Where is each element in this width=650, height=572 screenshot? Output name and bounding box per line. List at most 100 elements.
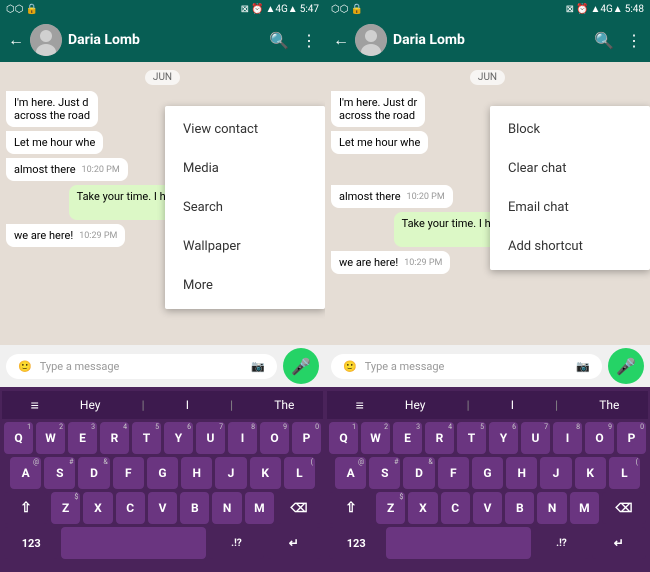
key-i-left[interactable]: 8I xyxy=(228,422,257,454)
key-n-right[interactable]: N xyxy=(537,492,566,524)
key-f-right[interactable]: F xyxy=(438,457,469,489)
key-z-left[interactable]: $Z xyxy=(51,492,80,524)
suggest-the-right[interactable]: The xyxy=(599,398,619,412)
suggest-hey-left[interactable]: Hey xyxy=(80,398,101,412)
key-i-right[interactable]: 8I xyxy=(553,422,582,454)
menu-search[interactable]: Search xyxy=(165,188,325,227)
status-left-icons-right: ⬡⬡ 🔒 xyxy=(331,4,363,15)
contact-name-left[interactable]: Daria Lomb xyxy=(68,32,263,48)
key-m-right[interactable]: M xyxy=(570,492,599,524)
key-k-left[interactable]: K xyxy=(250,457,281,489)
key-enter-right[interactable]: ↵ xyxy=(592,527,646,559)
key-enter-left[interactable]: ↵ xyxy=(267,527,321,559)
key-h-right[interactable]: H xyxy=(506,457,537,489)
key-k-right[interactable]: K xyxy=(575,457,606,489)
menu-wallpaper[interactable]: Wallpaper xyxy=(165,227,325,266)
key-x-left[interactable]: X xyxy=(83,492,112,524)
emoji-icon-left[interactable]: 🙂 xyxy=(18,360,32,373)
suggest-i-left[interactable]: I xyxy=(186,398,189,412)
key-q-right[interactable]: 1Q xyxy=(329,422,358,454)
menu-clear-chat[interactable]: Clear chat xyxy=(490,149,650,188)
message-input-right[interactable]: 🙂 Type a message 📷 xyxy=(331,354,602,379)
search-icon-right[interactable]: 🔍 xyxy=(594,31,614,50)
suggest-i-right[interactable]: I xyxy=(511,398,514,412)
contact-name-right[interactable]: Daria Lomb xyxy=(393,32,588,48)
more-icon-left[interactable]: ⋮ xyxy=(301,31,317,50)
search-icon-left[interactable]: 🔍 xyxy=(269,31,289,50)
key-backspace-right[interactable]: ⌫ xyxy=(602,492,646,524)
key-space-left[interactable] xyxy=(61,527,206,559)
key-u-right[interactable]: 7U xyxy=(521,422,550,454)
key-w-left[interactable]: 2W xyxy=(36,422,65,454)
key-c-left[interactable]: C xyxy=(116,492,145,524)
key-l-left[interactable]: (L xyxy=(284,457,315,489)
back-button-left[interactable]: ← xyxy=(8,30,24,50)
message-input-left[interactable]: 🙂 Type a message 📷 xyxy=(6,354,277,379)
key-y-left[interactable]: 6Y xyxy=(164,422,193,454)
key-123-right[interactable]: 123 xyxy=(329,527,383,559)
key-j-left[interactable]: J xyxy=(215,457,246,489)
key-o-right[interactable]: 9O xyxy=(585,422,614,454)
key-punctuation-left[interactable]: .!? xyxy=(209,527,263,559)
key-n-left[interactable]: N xyxy=(212,492,241,524)
key-h-left[interactable]: H xyxy=(181,457,212,489)
key-e-left[interactable]: 3E xyxy=(68,422,97,454)
more-icon-right[interactable]: ⋮ xyxy=(626,31,642,50)
key-shift-right[interactable]: ⇧ xyxy=(329,492,373,524)
camera-icon-left[interactable]: 📷 xyxy=(251,360,265,373)
key-w-right[interactable]: 2W xyxy=(361,422,390,454)
key-a-right[interactable]: @A xyxy=(335,457,366,489)
key-q-left[interactable]: 1Q xyxy=(4,422,33,454)
key-space-right[interactable] xyxy=(386,527,531,559)
menu-media[interactable]: Media xyxy=(165,149,325,188)
key-u-left[interactable]: 7U xyxy=(196,422,225,454)
key-m-left[interactable]: M xyxy=(245,492,274,524)
chat-header-right: ← Daria Lomb 🔍 ⋮ xyxy=(325,18,650,62)
key-s-left[interactable]: #S xyxy=(44,457,75,489)
key-123-left[interactable]: 123 xyxy=(4,527,58,559)
menu-email-chat[interactable]: Email chat xyxy=(490,188,650,227)
menu-add-shortcut[interactable]: Add shortcut xyxy=(490,227,650,266)
key-v-right[interactable]: V xyxy=(473,492,502,524)
key-y-right[interactable]: 6Y xyxy=(489,422,518,454)
key-z-right[interactable]: $Z xyxy=(376,492,405,524)
back-button-right[interactable]: ← xyxy=(333,30,349,50)
key-e-right[interactable]: 3E xyxy=(393,422,422,454)
key-backspace-left[interactable]: ⌫ xyxy=(277,492,321,524)
key-s-right[interactable]: #S xyxy=(369,457,400,489)
emoji-icon-right[interactable]: 🙂 xyxy=(343,360,357,373)
keyboard-left: ≡ Hey | I | The 1Q 2W 3E 4R 5T 6Y 7U 8I … xyxy=(0,387,325,572)
key-t-left[interactable]: 5T xyxy=(132,422,161,454)
key-j-right[interactable]: J xyxy=(540,457,571,489)
key-t-right[interactable]: 5T xyxy=(457,422,486,454)
key-row-4-left: 123 .!? ↵ xyxy=(2,527,323,559)
camera-icon-right[interactable]: 📷 xyxy=(576,360,590,373)
key-r-left[interactable]: 4R xyxy=(100,422,129,454)
key-f-left[interactable]: F xyxy=(113,457,144,489)
key-b-left[interactable]: B xyxy=(180,492,209,524)
key-c-right[interactable]: C xyxy=(441,492,470,524)
key-p-left[interactable]: 0P xyxy=(292,422,321,454)
key-g-left[interactable]: G xyxy=(147,457,178,489)
menu-more[interactable]: More xyxy=(165,266,325,305)
key-o-left[interactable]: 9O xyxy=(260,422,289,454)
key-r-right[interactable]: 4R xyxy=(425,422,454,454)
menu-view-contact[interactable]: View contact xyxy=(165,110,325,149)
key-v-left[interactable]: V xyxy=(148,492,177,524)
key-b-right[interactable]: B xyxy=(505,492,534,524)
suggest-hey-right[interactable]: Hey xyxy=(405,398,426,412)
key-punctuation-right[interactable]: .!? xyxy=(534,527,588,559)
key-x-right[interactable]: X xyxy=(408,492,437,524)
menu-block[interactable]: Block xyxy=(490,110,650,149)
suggest-the-left[interactable]: The xyxy=(274,398,294,412)
key-p-right[interactable]: 0P xyxy=(617,422,646,454)
mic-button-right[interactable]: 🎤 xyxy=(608,348,644,384)
key-shift-left[interactable]: ⇧ xyxy=(4,492,48,524)
key-d-left[interactable]: &D xyxy=(78,457,109,489)
input-bar-left: 🙂 Type a message 📷 🎤 xyxy=(0,345,325,387)
key-l-right[interactable]: (L xyxy=(609,457,640,489)
key-g-right[interactable]: G xyxy=(472,457,503,489)
key-a-left[interactable]: @A xyxy=(10,457,41,489)
key-d-right[interactable]: &D xyxy=(403,457,434,489)
mic-button-left[interactable]: 🎤 xyxy=(283,348,319,384)
